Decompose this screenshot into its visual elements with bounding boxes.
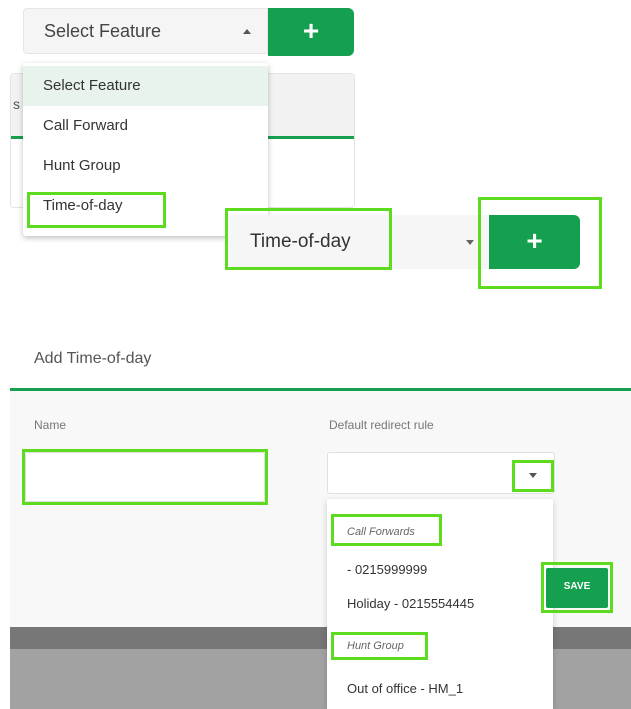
menu-item-call-forward[interactable]: Call Forward	[23, 106, 268, 146]
highlight-box	[27, 192, 166, 228]
feature-select[interactable]: Select Feature	[23, 8, 268, 54]
rule-label: Default redirect rule	[329, 418, 434, 432]
card-header-text: s	[13, 96, 20, 112]
highlight-box	[512, 460, 554, 492]
panel-title: Add Time-of-day	[34, 350, 152, 367]
rule-option[interactable]: Holiday - 0215554445	[347, 596, 474, 611]
name-label: Name	[34, 418, 67, 432]
highlight-box	[478, 197, 602, 289]
rule-option[interactable]: - 0215999999	[347, 562, 427, 577]
highlight-box	[225, 208, 392, 270]
menu-item-hunt-group[interactable]: Hunt Group	[23, 146, 268, 186]
caret-down-icon	[466, 240, 474, 245]
highlight-box	[541, 562, 613, 613]
caret-up-icon	[243, 29, 251, 34]
rule-option[interactable]: Out of office - HM_1	[347, 681, 463, 696]
highlight-box	[331, 514, 442, 546]
menu-item-select-feature[interactable]: Select Feature	[23, 66, 268, 106]
add-feature-button[interactable]: +	[268, 8, 354, 56]
feature-select-value: Select Feature	[44, 21, 162, 41]
highlight-box	[331, 632, 428, 660]
highlight-box	[22, 449, 268, 505]
